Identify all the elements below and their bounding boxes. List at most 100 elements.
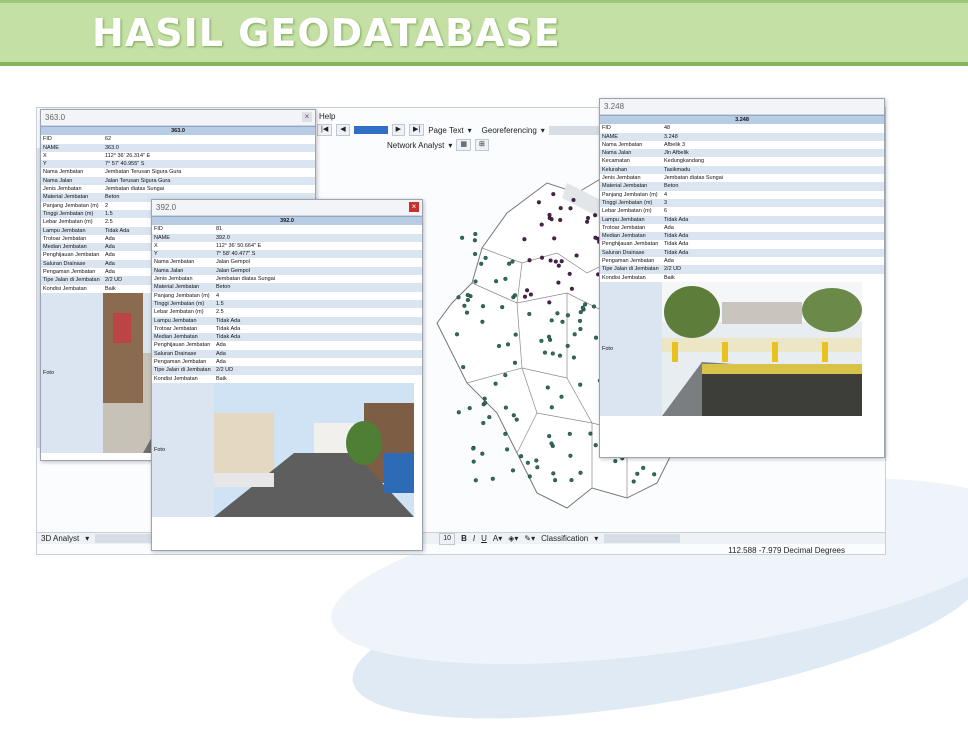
table-row[interactable]: Nama Jembatan Afbelik 3 [600,141,884,149]
bridge-point[interactable] [549,405,554,410]
bridge-point[interactable] [548,258,553,263]
last-page-icon[interactable]: ▶| [408,124,425,136]
bridge-point[interactable] [631,479,636,484]
bridge-point[interactable] [578,470,583,475]
bridge-point[interactable] [583,302,588,307]
bridge-point[interactable] [559,259,564,264]
bridge-point[interactable] [483,400,488,405]
classification-menu[interactable]: Classification [541,534,588,543]
bridge-point[interactable] [525,460,530,465]
table-row[interactable]: Jenis Jembatan Jembatan diatas Sungai [152,275,422,283]
table-row[interactable]: Penghijauan Jembatan Tidak Ada [600,240,884,248]
bridge-point[interactable] [473,478,478,483]
bridge-point[interactable] [556,280,561,285]
close-icon[interactable]: × [409,202,419,212]
table-row[interactable]: Y 7° 57' 40.955" S [41,160,315,169]
bridge-point[interactable] [528,292,533,297]
bridge-point[interactable] [481,420,486,426]
bridge-point[interactable] [503,405,508,410]
next-page-icon[interactable]: ▶ [391,124,405,136]
bridge-point[interactable] [593,335,599,340]
bridge-point[interactable] [577,318,583,323]
menu-help[interactable]: Help [319,112,335,121]
bridge-point[interactable] [512,360,518,365]
table-row[interactable]: Lampu Jembatan Tidak Ada [600,215,884,224]
bridge-point[interactable] [556,263,561,268]
bridge-point[interactable] [571,197,576,203]
bridge-point[interactable] [473,279,478,284]
bridge-point[interactable] [593,443,598,448]
bridge-point[interactable] [454,332,460,337]
table-row[interactable]: Lebar Jembatan (m) 2.5 [152,308,422,316]
bridge-point[interactable] [480,304,486,309]
bridge-point[interactable] [568,453,573,458]
table-row[interactable]: Tipe Jalan di Jembatan 2/2 UD [152,366,422,375]
bridge-point[interactable] [591,304,597,309]
table-row[interactable]: Tinggi Jembatan (m) 1.5 [152,299,422,309]
bridge-point[interactable] [558,206,563,211]
bridge-point[interactable] [513,332,518,337]
bridge-point[interactable] [555,311,560,316]
bridge-point[interactable] [553,259,558,264]
table-row[interactable]: Tipe Jalan di Jembatan 2/2 UD [600,265,884,274]
bridge-point[interactable] [578,326,583,332]
identify-window-3248[interactable]: 3.248 3.248 FID 48 NAME 3.248 Nama Jembatan A… [599,98,885,458]
bridge-point[interactable] [505,447,510,452]
table-row[interactable]: Nama Jembatan Jembatan Terusan Sigura Gur… [41,168,315,176]
network-solve-icon[interactable]: ⊞ [475,139,489,151]
bridge-point[interactable] [534,458,539,463]
bridge-point[interactable] [480,319,485,324]
bridge-point[interactable] [480,451,485,456]
bridge-point[interactable] [487,415,492,420]
bridge-point[interactable] [471,446,476,451]
bridge-point[interactable] [652,472,657,477]
table-row[interactable]: Panjang Jembatan (m) 4 [152,292,422,300]
bridge-point[interactable] [569,478,574,483]
table-row[interactable]: Nama Jalan Jalan Gempol [152,266,422,276]
bridge-point[interactable] [527,258,532,263]
bridge-point[interactable] [493,381,498,386]
bridge-point[interactable] [550,351,555,356]
font-size-select[interactable]: 10 [439,532,456,545]
bridge-point[interactable] [549,441,554,446]
bridge-point[interactable] [500,305,505,310]
table-row[interactable]: Kelurahan Tasikmadu [600,165,884,175]
georeferencing-menu[interactable]: Georeferencing [482,126,537,135]
table-row[interactable]: Kecamatan Kedungkandang [600,157,884,165]
table-row[interactable]: NAME 363.0 [41,143,315,152]
bridge-point[interactable] [539,338,544,343]
fill-color-icon[interactable]: ◈▾ [508,534,518,543]
bridge-point[interactable] [568,206,573,211]
bridge-point[interactable] [471,459,476,464]
bridge-point[interactable] [482,396,487,401]
bridge-point[interactable] [635,471,640,476]
bridge-point[interactable] [558,217,563,223]
bridge-point[interactable] [552,236,557,241]
table-row[interactable]: Trotoar Jembatan Ada [600,224,884,232]
bridge-point[interactable] [510,468,516,473]
bridge-point[interactable] [496,343,502,349]
first-page-icon[interactable]: |◀ [317,124,333,136]
bridge-point[interactable] [507,261,512,266]
bridge-point[interactable] [547,300,552,305]
bridge-point[interactable] [547,215,552,221]
bridge-point[interactable] [559,394,564,399]
bridge-point[interactable] [479,261,484,266]
bridge-point[interactable] [535,465,540,470]
analyst-3d-menu[interactable]: 3D Analyst [41,534,79,543]
table-row[interactable]: Pengaman Jembatan Ada [600,257,884,265]
bridge-point[interactable] [571,355,576,360]
table-row[interactable]: Jenis Jembatan Jembatan diatas Sungai [600,174,884,182]
table-row[interactable]: Jenis Jembatan Jembatan diatas Sungai [41,185,315,193]
bridge-point[interactable] [465,292,470,298]
table-row[interactable]: Kondisi Jembatan Baik [152,375,422,383]
bridge-point[interactable] [527,474,532,479]
bridge-point[interactable] [527,311,532,317]
identify-window-392[interactable]: 392.0 × 392.0 FID 81 NAME 392.0 X 112° 36' 50… [151,199,423,551]
bridge-point[interactable] [456,410,461,415]
bridge-point[interactable] [536,200,541,205]
classification-select[interactable] [604,534,681,543]
bridge-point[interactable] [553,478,558,483]
table-row[interactable]: X 112° 36' 26.314" E [41,152,315,160]
table-row[interactable]: FID 62 [41,135,315,143]
